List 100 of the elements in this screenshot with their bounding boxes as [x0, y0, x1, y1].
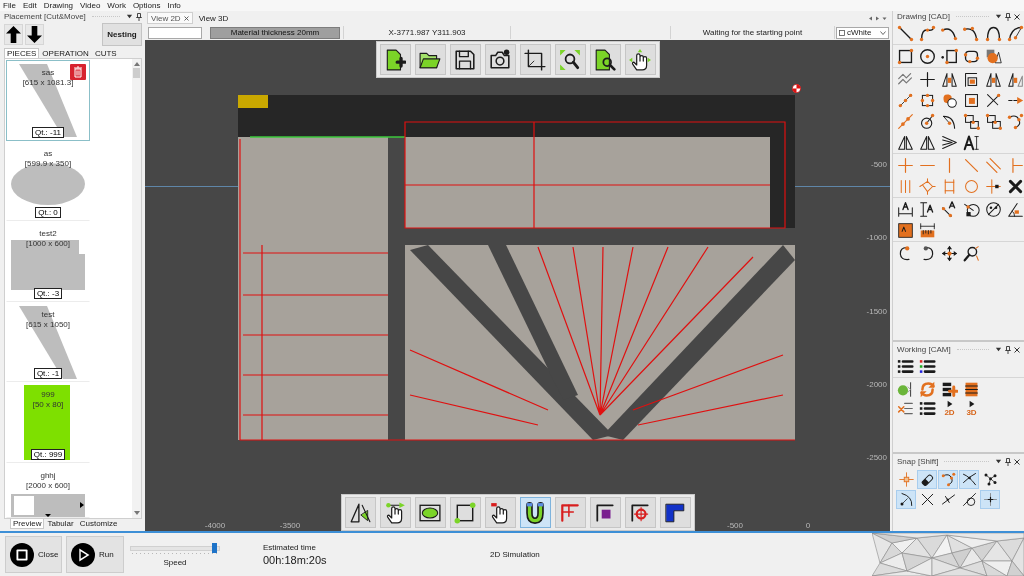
half-mirror-icon[interactable]: [1007, 71, 1024, 88]
piece-card[interactable]: test2 [1000 x 600] Qt.: -3: [6, 221, 90, 302]
toolbar-button[interactable]: [519, 497, 551, 528]
mirror-icon[interactable]: [941, 71, 958, 88]
command-field[interactable]: [148, 26, 202, 39]
sphere-icon[interactable]: [897, 381, 914, 398]
layers-icon[interactable]: [963, 381, 980, 398]
toolbar-button[interactable]: [589, 44, 621, 75]
scrollbar[interactable]: [132, 59, 141, 518]
snap-button[interactable]: [896, 490, 916, 509]
layer-add-icon[interactable]: [941, 381, 958, 398]
circle-icon[interactable]: [963, 178, 980, 195]
piece-card[interactable]: test [615 x 1050] Qt.: -1: [6, 301, 90, 382]
document-tab[interactable]: View 2D: [147, 12, 193, 24]
pin-icon[interactable]: [136, 12, 142, 21]
intersect-icon[interactable]: [985, 92, 1002, 109]
snap-button[interactable]: [980, 490, 1000, 509]
close-icon[interactable]: [183, 15, 189, 21]
menu-item[interactable]: Edit: [22, 1, 37, 10]
snap-button[interactable]: [959, 470, 979, 489]
circle-arrow-icon[interactable]: [919, 113, 936, 130]
nesting-button[interactable]: Nesting: [102, 23, 142, 46]
toolbar-button[interactable]: [589, 497, 621, 528]
semicircle-arc-icon[interactable]: [985, 25, 1002, 42]
label-icon[interactable]: [897, 222, 914, 239]
horizontal-dimension-icon[interactable]: [897, 201, 914, 218]
document-tab[interactable]: View 3D: [194, 12, 233, 24]
ruler-icon[interactable]: [919, 222, 936, 239]
menu-item[interactable]: Drawing: [43, 1, 74, 10]
piece-card[interactable]: 999 [50 x 80] Qt.: 999: [6, 382, 90, 463]
curve-points-icon[interactable]: [1007, 113, 1024, 130]
mirror-icon[interactable]: [985, 71, 1002, 88]
toolbar-button[interactable]: [484, 497, 516, 528]
view-tab[interactable]: Tabular: [44, 519, 77, 529]
dropdown-icon[interactable]: [995, 13, 1002, 20]
trim-icon[interactable]: [963, 71, 980, 88]
toolbar-button[interactable]: [519, 44, 551, 75]
rounded-rectangle-icon[interactable]: [963, 48, 980, 65]
color-list-icon[interactable]: [919, 358, 936, 375]
pin-icon[interactable]: [1005, 345, 1011, 354]
lines-icon[interactable]: [941, 134, 958, 151]
plus-icon[interactable]: [897, 157, 914, 174]
toolbar-button[interactable]: [484, 44, 516, 75]
close-icon[interactable]: [1014, 346, 1020, 353]
panel-tab[interactable]: OPERATION: [39, 48, 92, 58]
trash-icon[interactable]: [70, 64, 86, 80]
nodes-icon[interactable]: [963, 113, 980, 130]
panel-tab[interactable]: CUTS: [91, 48, 120, 58]
toolbar-button[interactable]: [449, 44, 481, 75]
toolbar-button[interactable]: [449, 497, 481, 528]
close-icon[interactable]: [1014, 458, 1020, 465]
blob-icon[interactable]: [941, 92, 958, 109]
menu-item[interactable]: Work: [107, 1, 126, 10]
menu-item[interactable]: Video: [80, 1, 101, 10]
move-up-button[interactable]: [4, 24, 23, 45]
arc-icon[interactable]: [941, 25, 958, 42]
color-dropdown[interactable]: cWhite: [836, 26, 889, 39]
diameter-dimension-icon[interactable]: [985, 201, 1002, 218]
aligned-dimension-icon[interactable]: [941, 201, 958, 218]
close-button[interactable]: Close: [5, 536, 62, 573]
view-tab[interactable]: Customize: [76, 519, 121, 529]
toolbar-button[interactable]: [624, 497, 656, 528]
angle-dimension-icon[interactable]: [1007, 201, 1024, 218]
toolbar-button[interactable]: [379, 497, 411, 528]
toolbar-button[interactable]: [414, 497, 446, 528]
dropdown-icon[interactable]: [126, 13, 133, 20]
piece-card[interactable]: as [599.9 x 350] Qt.: 0: [6, 140, 90, 221]
dropdown-icon[interactable]: [995, 346, 1002, 353]
list-remove-icon[interactable]: [897, 400, 914, 417]
run-button[interactable]: Run: [66, 536, 124, 573]
toolbar-button[interactable]: [414, 44, 446, 75]
triangles-icon[interactable]: [919, 134, 936, 151]
point-rectangle-icon[interactable]: [941, 48, 958, 65]
shapes-icon[interactable]: [985, 48, 1002, 65]
pin-icon[interactable]: [1005, 12, 1011, 21]
menu-item[interactable]: Info: [167, 1, 181, 10]
arc-arrow-icon[interactable]: [941, 113, 958, 130]
menu-item[interactable]: Options: [132, 1, 161, 10]
toolbar-button[interactable]: [624, 44, 656, 75]
triangles-icon[interactable]: [897, 134, 914, 151]
speed-slider[interactable]: [130, 542, 220, 555]
slider-thumb[interactable]: [212, 542, 218, 553]
scrollbar-thumb[interactable]: [133, 68, 140, 78]
box-points-icon[interactable]: [919, 92, 936, 109]
caret-down-icon[interactable]: [133, 511, 140, 515]
diagonal-line-icon[interactable]: [963, 157, 980, 174]
piece-card[interactable]: ghhj [2000 x 600]: [6, 462, 90, 518]
drawing-canvas[interactable]: -500 -1000 -1500 -2000 -2500 -4000 -3500 -500 0: [145, 40, 890, 531]
points-line-icon[interactable]: [897, 92, 914, 109]
pin-icon[interactable]: [1005, 457, 1011, 466]
move-icon[interactable]: [941, 245, 958, 262]
dropdown-icon[interactable]: [995, 458, 1002, 465]
piece-card[interactable]: sas [615 x 1081.3] Qt.: -11: [6, 60, 90, 141]
zoom-icon[interactable]: [963, 245, 980, 262]
nodes-icon[interactable]: [985, 113, 1002, 130]
toolbar-button[interactable]: [344, 497, 376, 528]
curve-icon[interactable]: [919, 25, 936, 42]
toolbar-button[interactable]: [659, 497, 691, 528]
toolbar-button[interactable]: [554, 44, 586, 75]
scroll-left-icon[interactable]: [868, 16, 873, 21]
